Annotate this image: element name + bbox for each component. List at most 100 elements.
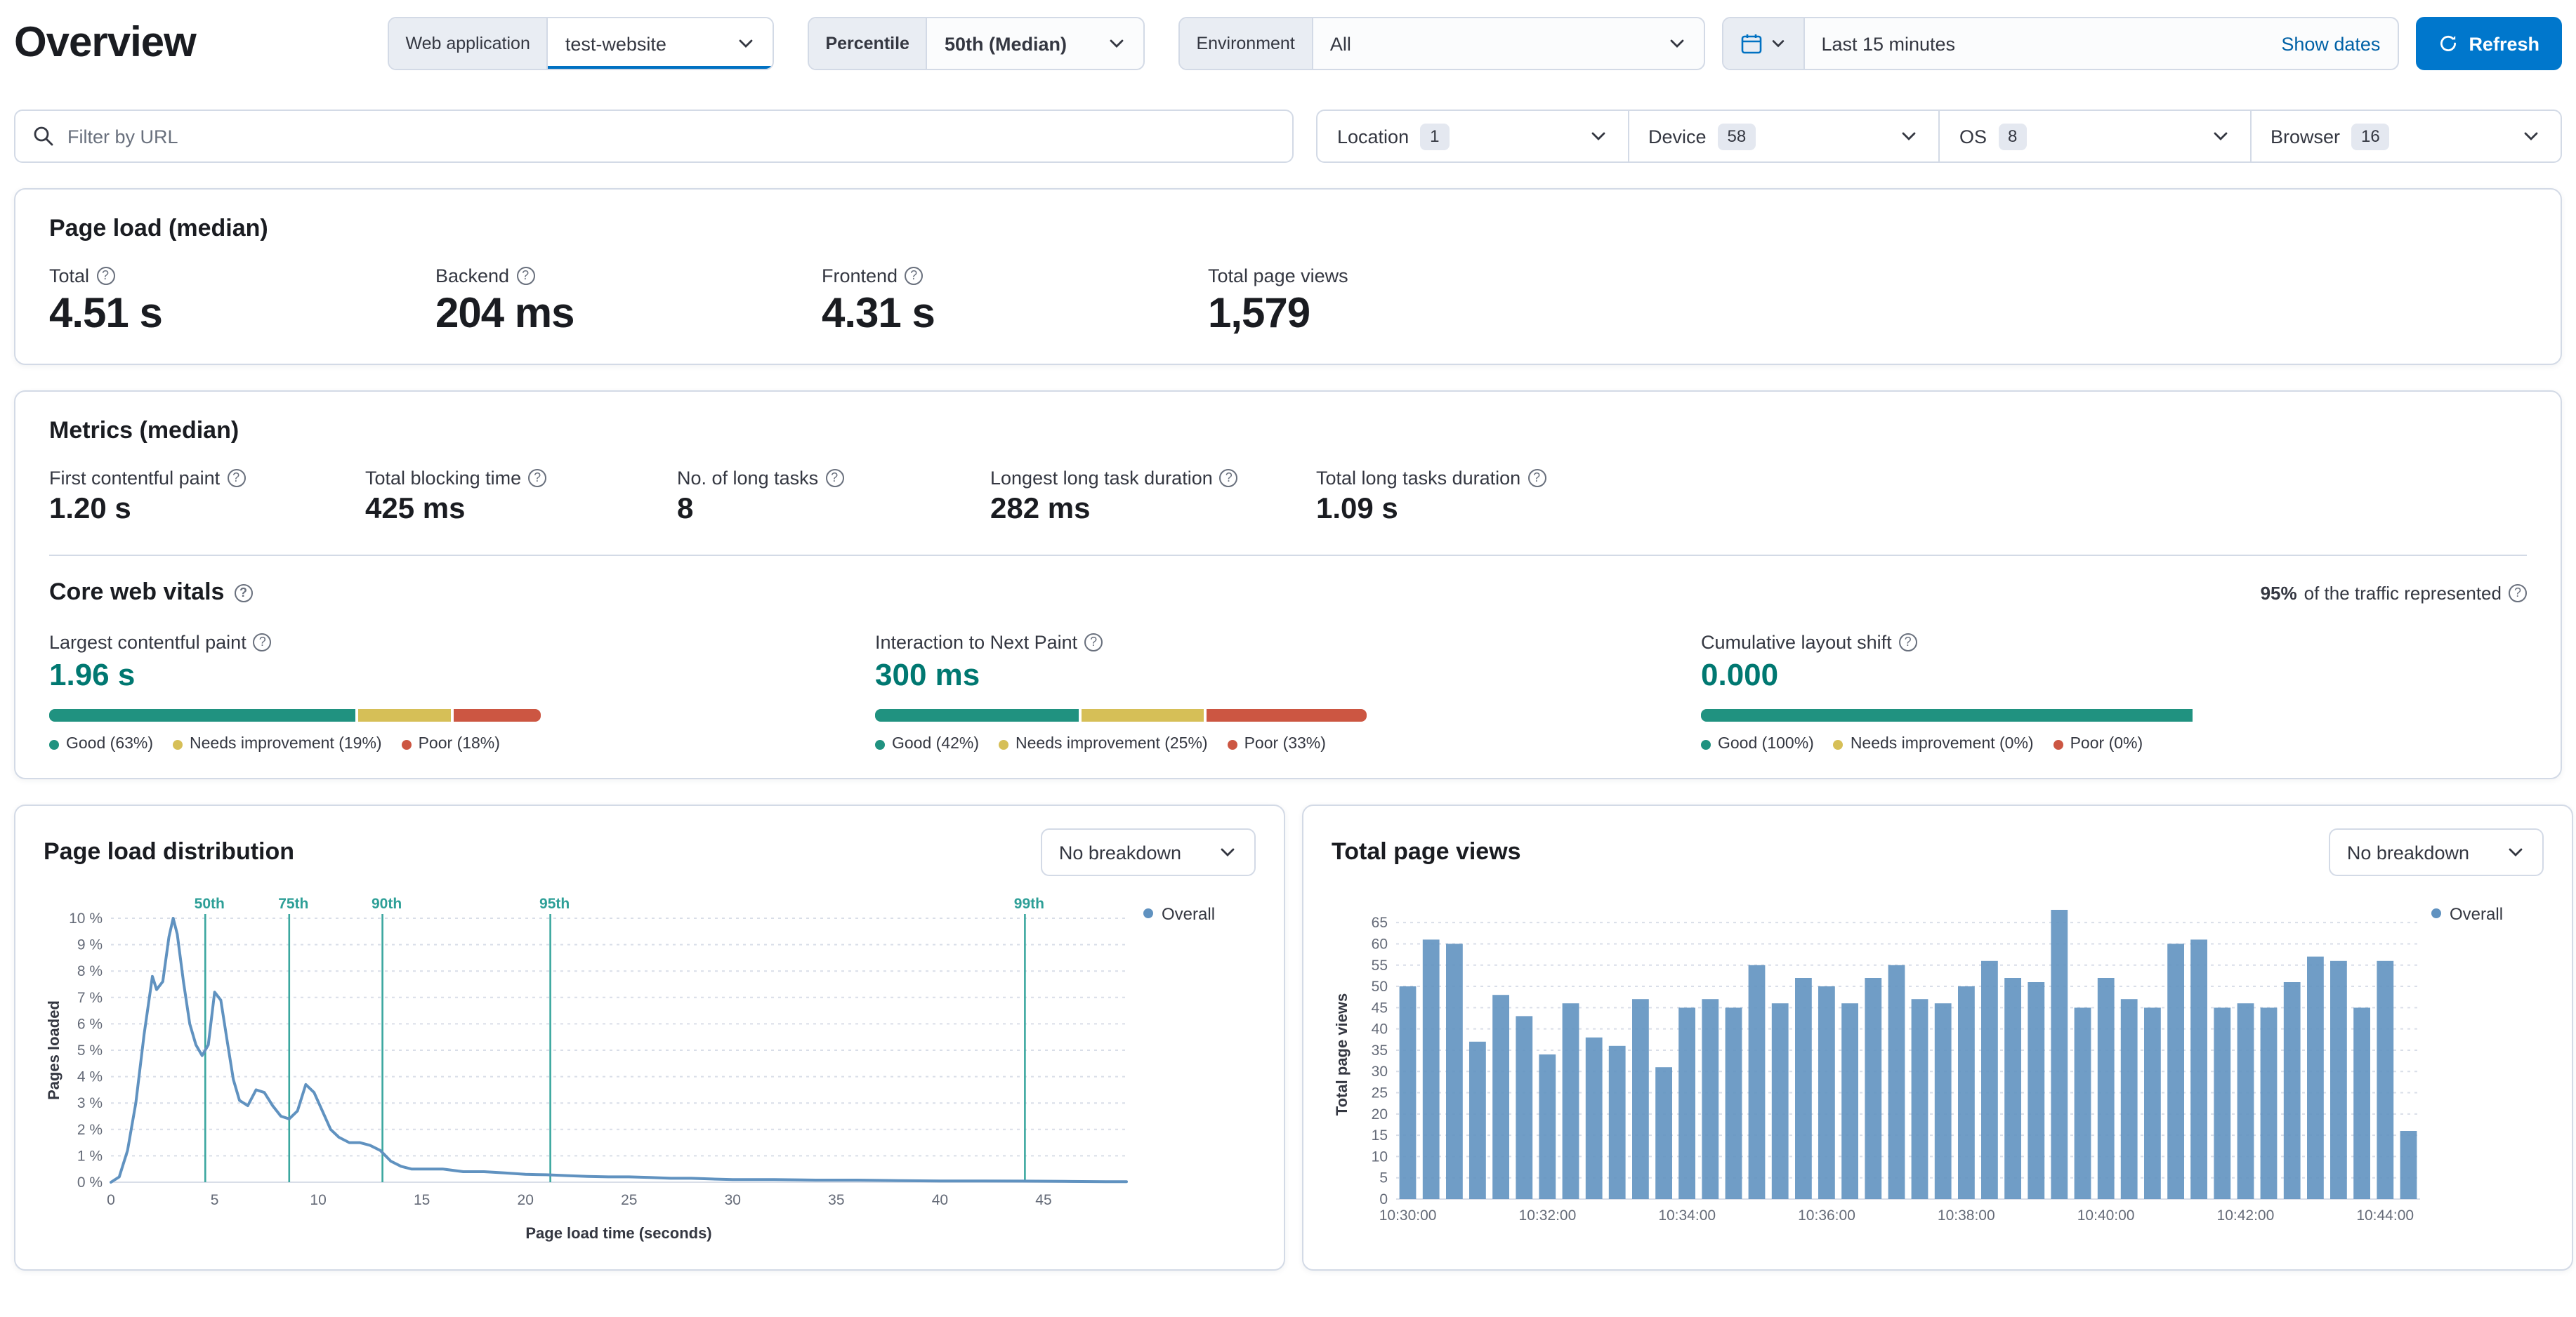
stat-backend-label: Backend: [435, 265, 510, 286]
svg-text:25: 25: [1372, 1085, 1388, 1101]
web-application-select[interactable]: test-website: [548, 18, 773, 69]
svg-text:30: 30: [1372, 1064, 1388, 1080]
good-segment: [49, 709, 355, 722]
info-icon[interactable]: ?: [905, 267, 924, 285]
info-icon[interactable]: ?: [2509, 583, 2527, 602]
filter-device-count: 58: [1717, 123, 1756, 150]
info-icon[interactable]: ?: [1527, 469, 1546, 487]
metrics-stats: First contentful paint? 1.20 s Total blo…: [49, 468, 2527, 527]
good-legend-label: Good (100%): [1718, 736, 1814, 753]
environment-value: All: [1329, 33, 1351, 54]
chevron-down-icon: [2506, 842, 2525, 862]
svg-text:60: 60: [1372, 936, 1388, 952]
url-filter-input[interactable]: [67, 126, 1275, 147]
svg-text:0: 0: [107, 1192, 115, 1208]
percentile-select[interactable]: 50th (Median): [928, 18, 1143, 69]
svg-text:5: 5: [211, 1192, 219, 1208]
vital-inp: Interaction to Next Paint? 300 ms Good (…: [875, 632, 1701, 753]
total-page-views-title: Total page views: [1332, 838, 1521, 865]
page-views-legend-item[interactable]: Overall: [2431, 893, 2544, 1247]
info-icon[interactable]: ?: [1898, 633, 1917, 651]
metrics-panel: Metrics (median) First contentful paint?…: [14, 390, 2562, 779]
filter-location-count: 1: [1420, 123, 1450, 150]
svg-text:7 %: 7 %: [77, 990, 103, 1006]
stat-longest-task: Longest long task duration? 282 ms: [990, 468, 1316, 527]
facet-filters: Location 1 Device 58 OS 8 Browser 16: [1316, 110, 2562, 163]
svg-text:50th: 50th: [195, 896, 225, 912]
stat-total-tasks-duration-label: Total long tasks duration: [1316, 468, 1521, 489]
info-icon[interactable]: ?: [96, 267, 115, 285]
url-search-box: [14, 110, 1294, 163]
stat-total-page-views-label: Total page views: [1208, 265, 1348, 286]
divider: [49, 555, 2527, 556]
page-views-breakdown-select[interactable]: No breakdown: [2328, 828, 2544, 876]
svg-text:4 %: 4 %: [77, 1069, 103, 1085]
info-icon[interactable]: ?: [516, 267, 535, 285]
filter-os[interactable]: OS 8: [1938, 111, 2249, 161]
environment-select[interactable]: All: [1313, 18, 1704, 69]
time-range-value[interactable]: Last 15 minutes: [1804, 18, 2264, 69]
svg-text:20: 20: [518, 1192, 534, 1208]
traffic-text: of the traffic represented: [2304, 582, 2502, 603]
poor-legend-label: Poor (0%): [2070, 736, 2143, 753]
svg-text:10:32:00: 10:32:00: [1519, 1207, 1577, 1224]
info-icon[interactable]: ?: [253, 633, 272, 651]
filter-browser[interactable]: Browser 16: [2249, 111, 2561, 161]
svg-text:Pages loaded: Pages loaded: [45, 1000, 63, 1100]
info-icon[interactable]: ?: [234, 583, 253, 602]
stat-frontend: Frontend? 4.31 s: [822, 265, 1208, 338]
needs-improvement-legend-label: Needs improvement (25%): [1016, 736, 1208, 753]
info-icon[interactable]: ?: [1084, 633, 1103, 651]
svg-text:65: 65: [1372, 915, 1388, 931]
traffic-represented-note: 95% of the traffic represented ?: [2261, 582, 2527, 603]
svg-text:1 %: 1 %: [77, 1148, 103, 1164]
filter-browser-label: Browser: [2271, 126, 2341, 147]
stat-long-tasks-label: No. of long tasks: [677, 468, 819, 489]
legend-label: Overall: [2450, 904, 2504, 924]
stat-tbt-value: 425 ms: [365, 493, 466, 525]
distribution-breakdown-select[interactable]: No breakdown: [1040, 828, 1256, 876]
chevron-down-icon: [735, 34, 755, 53]
filter-location[interactable]: Location 1: [1317, 111, 1627, 161]
info-icon[interactable]: ?: [825, 469, 844, 487]
good-dot-icon: [49, 739, 59, 749]
svg-text:10 %: 10 %: [69, 911, 103, 927]
distribution-legend-item[interactable]: Overall: [1143, 893, 1256, 1247]
filter-device[interactable]: Device 58: [1627, 111, 1938, 161]
stat-total-page-views: Total page views 1,579: [1208, 265, 1348, 338]
vital-inp-value: 300 ms: [875, 657, 980, 692]
info-icon[interactable]: ?: [528, 469, 547, 487]
good-segment: [875, 709, 1079, 722]
search-icon: [32, 125, 55, 147]
page-header: Overview Web application test-website Pe…: [0, 0, 2576, 81]
svg-text:10:44:00: 10:44:00: [2356, 1207, 2414, 1224]
svg-text:15: 15: [1372, 1127, 1388, 1144]
info-icon[interactable]: ?: [1219, 469, 1238, 487]
traffic-percent: 95%: [2260, 582, 2297, 603]
svg-text:75th: 75th: [278, 896, 308, 912]
stat-backend: Backend? 204 ms: [435, 265, 822, 338]
chevron-down-icon: [1667, 34, 1686, 53]
stat-backend-value: 204 ms: [435, 291, 575, 337]
svg-text:10:42:00: 10:42:00: [2217, 1207, 2275, 1224]
show-dates-link[interactable]: Show dates: [2264, 18, 2397, 69]
page-load-distribution-chart: 0 % 1 % 2 % 3 % 4 % 5 % 6 % 7 % 8 % 9 % 10 % 0 5 10 15…: [45, 896, 1128, 1242]
total-page-views-chart: 0 5 10 15 20 25 30 35 40 45 50 55 60 65 10:30:00 10:32:…: [1333, 910, 2420, 1224]
svg-text:45: 45: [1035, 1192, 1051, 1208]
refresh-button[interactable]: Refresh: [2415, 17, 2562, 70]
svg-text:20: 20: [1372, 1106, 1388, 1123]
percentile-value: 50th (Median): [944, 33, 1067, 54]
web-application-value: test-website: [565, 33, 666, 54]
web-application-control: Web application test-website: [387, 17, 774, 70]
stat-fcp: First contentful paint? 1.20 s: [49, 468, 365, 527]
poor-legend-label: Poor (18%): [418, 736, 500, 753]
svg-text:40: 40: [1372, 1021, 1388, 1038]
quick-select-menu[interactable]: [1723, 18, 1805, 69]
svg-text:35: 35: [1372, 1043, 1388, 1059]
info-icon[interactable]: ?: [227, 469, 246, 487]
charts-row: Page load distribution No breakdown 0 % 1…: [14, 805, 2573, 1271]
good-legend-label: Good (42%): [892, 736, 980, 753]
svg-text:55: 55: [1372, 958, 1388, 974]
page-load-panel: Page load (median) Total? 4.51 s Backend…: [14, 188, 2562, 365]
svg-text:99th: 99th: [1014, 896, 1044, 912]
